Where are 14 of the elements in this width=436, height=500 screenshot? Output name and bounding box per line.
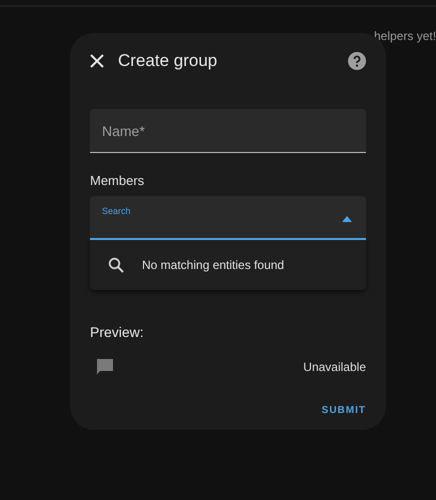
preview-label: Preview: (90, 324, 145, 340)
empty-state-message: helpers yet! (374, 29, 436, 43)
close-icon[interactable] (90, 54, 104, 68)
caret-icon[interactable] (342, 216, 352, 222)
entity-state: Unavailable (303, 360, 366, 374)
help-icon[interactable] (348, 52, 366, 70)
search-icon (108, 257, 124, 273)
dialog-title: Create group (118, 51, 218, 71)
comment-icon (96, 358, 114, 375)
submit-button[interactable]: SUBMIT (322, 401, 366, 420)
name-field[interactable]: Name* (90, 109, 366, 153)
empty-results-text: No matching entities found (142, 258, 284, 272)
search-field[interactable]: Search (90, 196, 366, 240)
members-label: Members (90, 173, 146, 188)
